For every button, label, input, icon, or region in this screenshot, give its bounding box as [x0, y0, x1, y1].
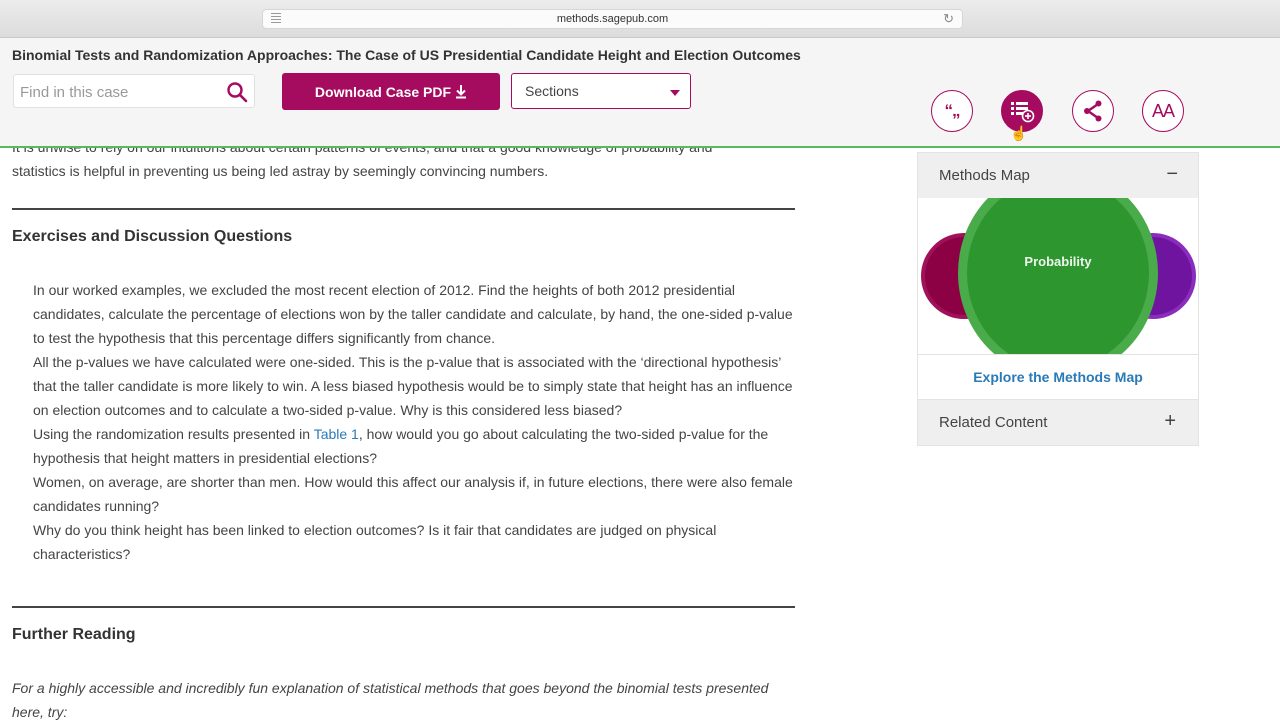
page-title: Binomial Tests and Randomization Approac… — [12, 47, 801, 63]
explore-methods-map-link[interactable]: Explore the Methods Map — [918, 355, 1198, 400]
list-add-icon — [1011, 102, 1035, 123]
sections-selected: Sections — [525, 83, 579, 99]
font-size-icon: AA — [1151, 100, 1175, 121]
exercises-heading: Exercises and Discussion Questions — [12, 228, 293, 245]
download-icon — [456, 85, 467, 99]
hand-cursor-icon: ☝ — [1010, 125, 1028, 141]
map-node-probability[interactable]: Probability — [958, 198, 1158, 354]
sidebar: Methods Map − Probability Explore the Me… — [917, 152, 1199, 446]
further-reading-text: For a highly accessible and incredibly f… — [12, 680, 769, 720]
methods-map-header[interactable]: Methods Map − — [918, 153, 1198, 198]
question-item: Why do you think height has been linked … — [33, 522, 717, 562]
paragraph: statistics is helpful in preventing us b… — [12, 163, 549, 179]
expand-icon[interactable]: + — [1164, 410, 1176, 433]
sections-dropdown[interactable]: Sections — [511, 73, 691, 109]
download-pdf-button[interactable]: Download Case PDF — [282, 73, 500, 110]
map-node-label: Probability — [1024, 253, 1092, 269]
font-size-button[interactable]: AA — [1142, 90, 1184, 132]
table-1-link[interactable]: Table 1 — [314, 426, 359, 442]
further-reading-heading: Further Reading — [12, 626, 136, 643]
search-box[interactable] — [13, 74, 255, 108]
question-item: Women, on average, are shorter than men.… — [33, 474, 793, 514]
methods-map-title: Methods Map — [939, 167, 1030, 184]
methods-map-visual[interactable]: Probability — [918, 198, 1198, 355]
section-divider — [12, 606, 795, 608]
address-bar[interactable]: methods.sagepub.com ↻ — [262, 9, 963, 29]
question-item: Using the randomization results presente… — [33, 422, 798, 470]
browser-toolbar: methods.sagepub.com ↻ — [0, 0, 1280, 38]
question-text: Using the randomization results presente… — [33, 426, 314, 442]
search-icon[interactable] — [226, 81, 248, 103]
collapse-icon[interactable]: − — [1166, 163, 1178, 186]
share-icon — [1084, 100, 1102, 122]
questions-list: In our worked examples, we excluded the … — [33, 278, 798, 566]
url-text[interactable]: methods.sagepub.com — [263, 13, 962, 25]
reload-icon[interactable]: ↻ — [943, 11, 954, 27]
quote-icon: “„ — [944, 101, 961, 120]
search-input[interactable] — [20, 81, 220, 103]
cite-button[interactable]: “„ — [931, 90, 973, 132]
case-header: Binomial Tests and Randomization Approac… — [0, 38, 1280, 148]
share-button[interactable] — [1072, 90, 1114, 132]
related-content-title: Related Content — [939, 414, 1048, 431]
question-item: All the p-values we have calculated were… — [33, 354, 793, 418]
related-content-header[interactable]: Related Content + — [918, 400, 1198, 445]
question-item: In our worked examples, we excluded the … — [33, 282, 793, 346]
caret-down-icon — [670, 90, 680, 96]
download-label: Download Case PDF — [314, 83, 452, 100]
section-divider — [12, 208, 795, 210]
